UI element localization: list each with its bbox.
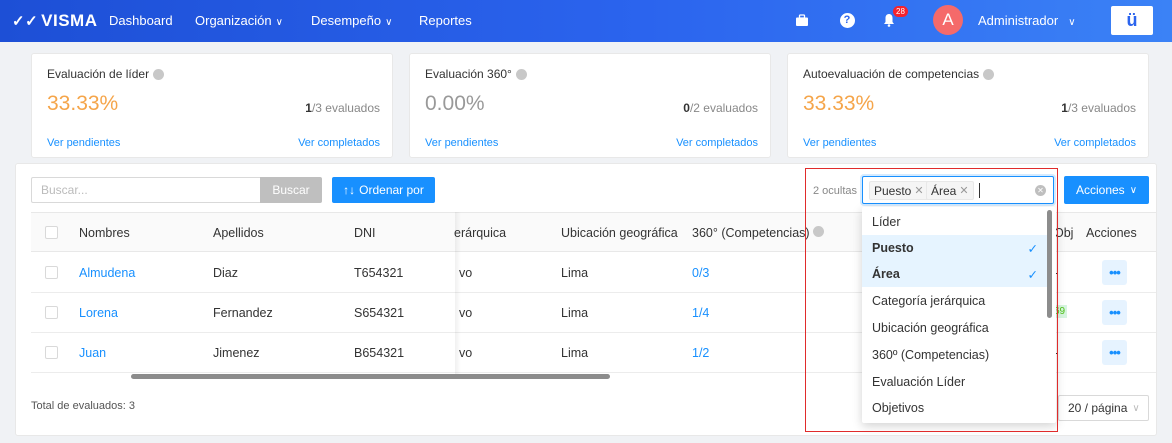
sort-button-label: Ordenar por: [359, 183, 424, 197]
notification-badge: 28: [893, 6, 908, 17]
link-ver-pendientes[interactable]: Ver pendientes: [425, 137, 498, 149]
brand-logo[interactable]: ✓✓ VISMA: [12, 11, 97, 31]
horizontal-scrollbar[interactable]: [131, 374, 610, 379]
info-icon[interactable]: [983, 68, 995, 80]
row-actions-button[interactable]: •••: [1102, 300, 1127, 325]
page-size-select[interactable]: 20 / página ∨: [1058, 395, 1149, 421]
cell-dni: S654321: [354, 306, 405, 320]
col-dni[interactable]: DNI: [354, 226, 376, 240]
row-checkbox[interactable]: [45, 266, 58, 279]
card-count: 1: [305, 101, 312, 115]
brand-name: VISMA: [41, 11, 98, 30]
cell-competencias[interactable]: 0/3: [692, 266, 709, 280]
user-name: Administrador: [978, 13, 1059, 28]
card-title-text: Evaluación de líder: [47, 67, 150, 81]
col-competencias-label: 360° (Competencias): [692, 226, 810, 240]
cell-competencias[interactable]: 1/4: [692, 306, 709, 320]
nav-organizacion[interactable]: Organización ∨: [195, 13, 283, 28]
nav-reportes-label: Reportes: [419, 13, 472, 28]
card-percent: 0.00%: [425, 92, 485, 115]
cell-ubicacion: Lima: [561, 306, 589, 320]
cell-apellido: Fernandez: [213, 306, 273, 320]
highlight-outline: [805, 168, 1058, 432]
nav-desempeno-label: Desempeño: [311, 13, 382, 28]
chevron-down-icon: ∨: [1132, 402, 1140, 414]
card-count-suffix: /2 evaluados: [689, 101, 758, 115]
search-placeholder: Buscar...: [41, 183, 88, 197]
card-evaluated-count: 1/3 evaluados: [1061, 101, 1136, 115]
card-title-text: Evaluación 360°: [425, 67, 512, 81]
info-icon[interactable]: [153, 68, 165, 80]
cell-ubicacion: Lima: [561, 346, 589, 360]
card-title: Evaluación de líder: [47, 67, 165, 81]
cell-nombre[interactable]: Juan: [79, 346, 106, 360]
help-icon[interactable]: ?: [838, 11, 856, 29]
card-percent: 33.33%: [47, 92, 119, 115]
acciones-label: Acciones: [1075, 183, 1125, 197]
cell-competencias[interactable]: 1/2: [692, 346, 709, 360]
col-acciones: Acciones: [1086, 226, 1137, 240]
row-actions-button[interactable]: •••: [1102, 340, 1127, 365]
chevron-down-icon: ∨: [1068, 17, 1076, 28]
fixed-column-shadow: [455, 212, 461, 374]
card-title: Evaluación 360°: [425, 67, 527, 81]
card-count: 0: [683, 101, 690, 115]
card-count-suffix: /3 evaluados: [1067, 101, 1136, 115]
search-button[interactable]: Buscar: [260, 177, 322, 203]
search-input[interactable]: Buscar...: [31, 177, 260, 203]
card-autoevaluacion: Autoevaluación de competencias 33.33% 1/…: [787, 53, 1149, 158]
briefcase-icon[interactable]: [793, 11, 811, 29]
chevron-down-icon: ∨: [385, 17, 393, 28]
select-all-checkbox[interactable]: [45, 226, 58, 239]
row-checkbox[interactable]: [45, 306, 58, 319]
link-ver-completados[interactable]: Ver completados: [1054, 137, 1136, 149]
cell-apellido: Diaz: [213, 266, 239, 280]
user-menu[interactable]: Administrador ∨: [978, 13, 1076, 28]
cell-ubicacion: Lima: [561, 266, 589, 280]
card-percent: 33.33%: [803, 92, 875, 115]
row-checkbox[interactable]: [45, 346, 58, 359]
col-categoria-jerarquica[interactable]: erárquica: [454, 226, 506, 240]
col-ubicacion[interactable]: Ubicación geográfica: [561, 226, 678, 240]
cell-nombre[interactable]: Almudena: [79, 266, 135, 280]
card-count-suffix: /3 evaluados: [311, 101, 380, 115]
acciones-button[interactable]: Acciones ∨: [1064, 176, 1149, 204]
page-size-value: 20 / página: [1068, 401, 1128, 415]
nav-dashboard[interactable]: Dashboard: [109, 13, 173, 28]
sort-icon: ↑↓: [343, 183, 356, 197]
link-ver-completados[interactable]: Ver completados: [676, 137, 758, 149]
top-navbar: ✓✓ VISMA Dashboard Organización ∨ Desempe…: [0, 0, 1172, 42]
link-ver-pendientes[interactable]: Ver pendientes: [47, 137, 120, 149]
card-title: Autoevaluación de competencias: [803, 67, 995, 81]
card-evaluacion-360: Evaluación 360° 0.00% 0/2 evaluados Ver …: [409, 53, 771, 158]
cell-dni: T654321: [354, 266, 404, 280]
app-switcher-logo[interactable]: ü: [1111, 6, 1153, 35]
chevron-down-icon: ∨: [275, 17, 283, 28]
total-evaluados: Total de evaluados: 3: [31, 400, 135, 412]
cell-nombre[interactable]: Lorena: [79, 306, 118, 320]
avatar[interactable]: A: [933, 5, 963, 35]
card-evaluated-count: 0/2 evaluados: [683, 101, 758, 115]
nav-desempeno[interactable]: Desempeño ∨: [311, 13, 392, 28]
card-count: 1: [1061, 101, 1068, 115]
col-nombres[interactable]: Nombres: [79, 226, 130, 240]
link-ver-pendientes[interactable]: Ver pendientes: [803, 137, 876, 149]
card-title-text: Autoevaluación de competencias: [803, 67, 980, 81]
card-evaluated-count: 1/3 evaluados: [305, 101, 380, 115]
visma-logo-icon: ✓✓: [12, 13, 39, 30]
card-evaluacion-lider: Evaluación de líder 33.33% 1/3 evaluados…: [31, 53, 393, 158]
sort-button[interactable]: ↑↓ Ordenar por: [332, 177, 435, 203]
row-actions-button[interactable]: •••: [1102, 260, 1127, 285]
chevron-down-icon: ∨: [1129, 184, 1138, 196]
cell-dni: B654321: [354, 346, 405, 360]
info-icon[interactable]: [515, 68, 527, 80]
cell-apellido: Jimenez: [213, 346, 260, 360]
nav-dashboard-label: Dashboard: [109, 13, 173, 28]
nav-reportes[interactable]: Reportes: [419, 13, 472, 28]
nav-organizacion-label: Organización: [195, 13, 272, 28]
col-apellidos[interactable]: Apellidos: [213, 226, 264, 240]
link-ver-completados[interactable]: Ver completados: [298, 137, 380, 149]
